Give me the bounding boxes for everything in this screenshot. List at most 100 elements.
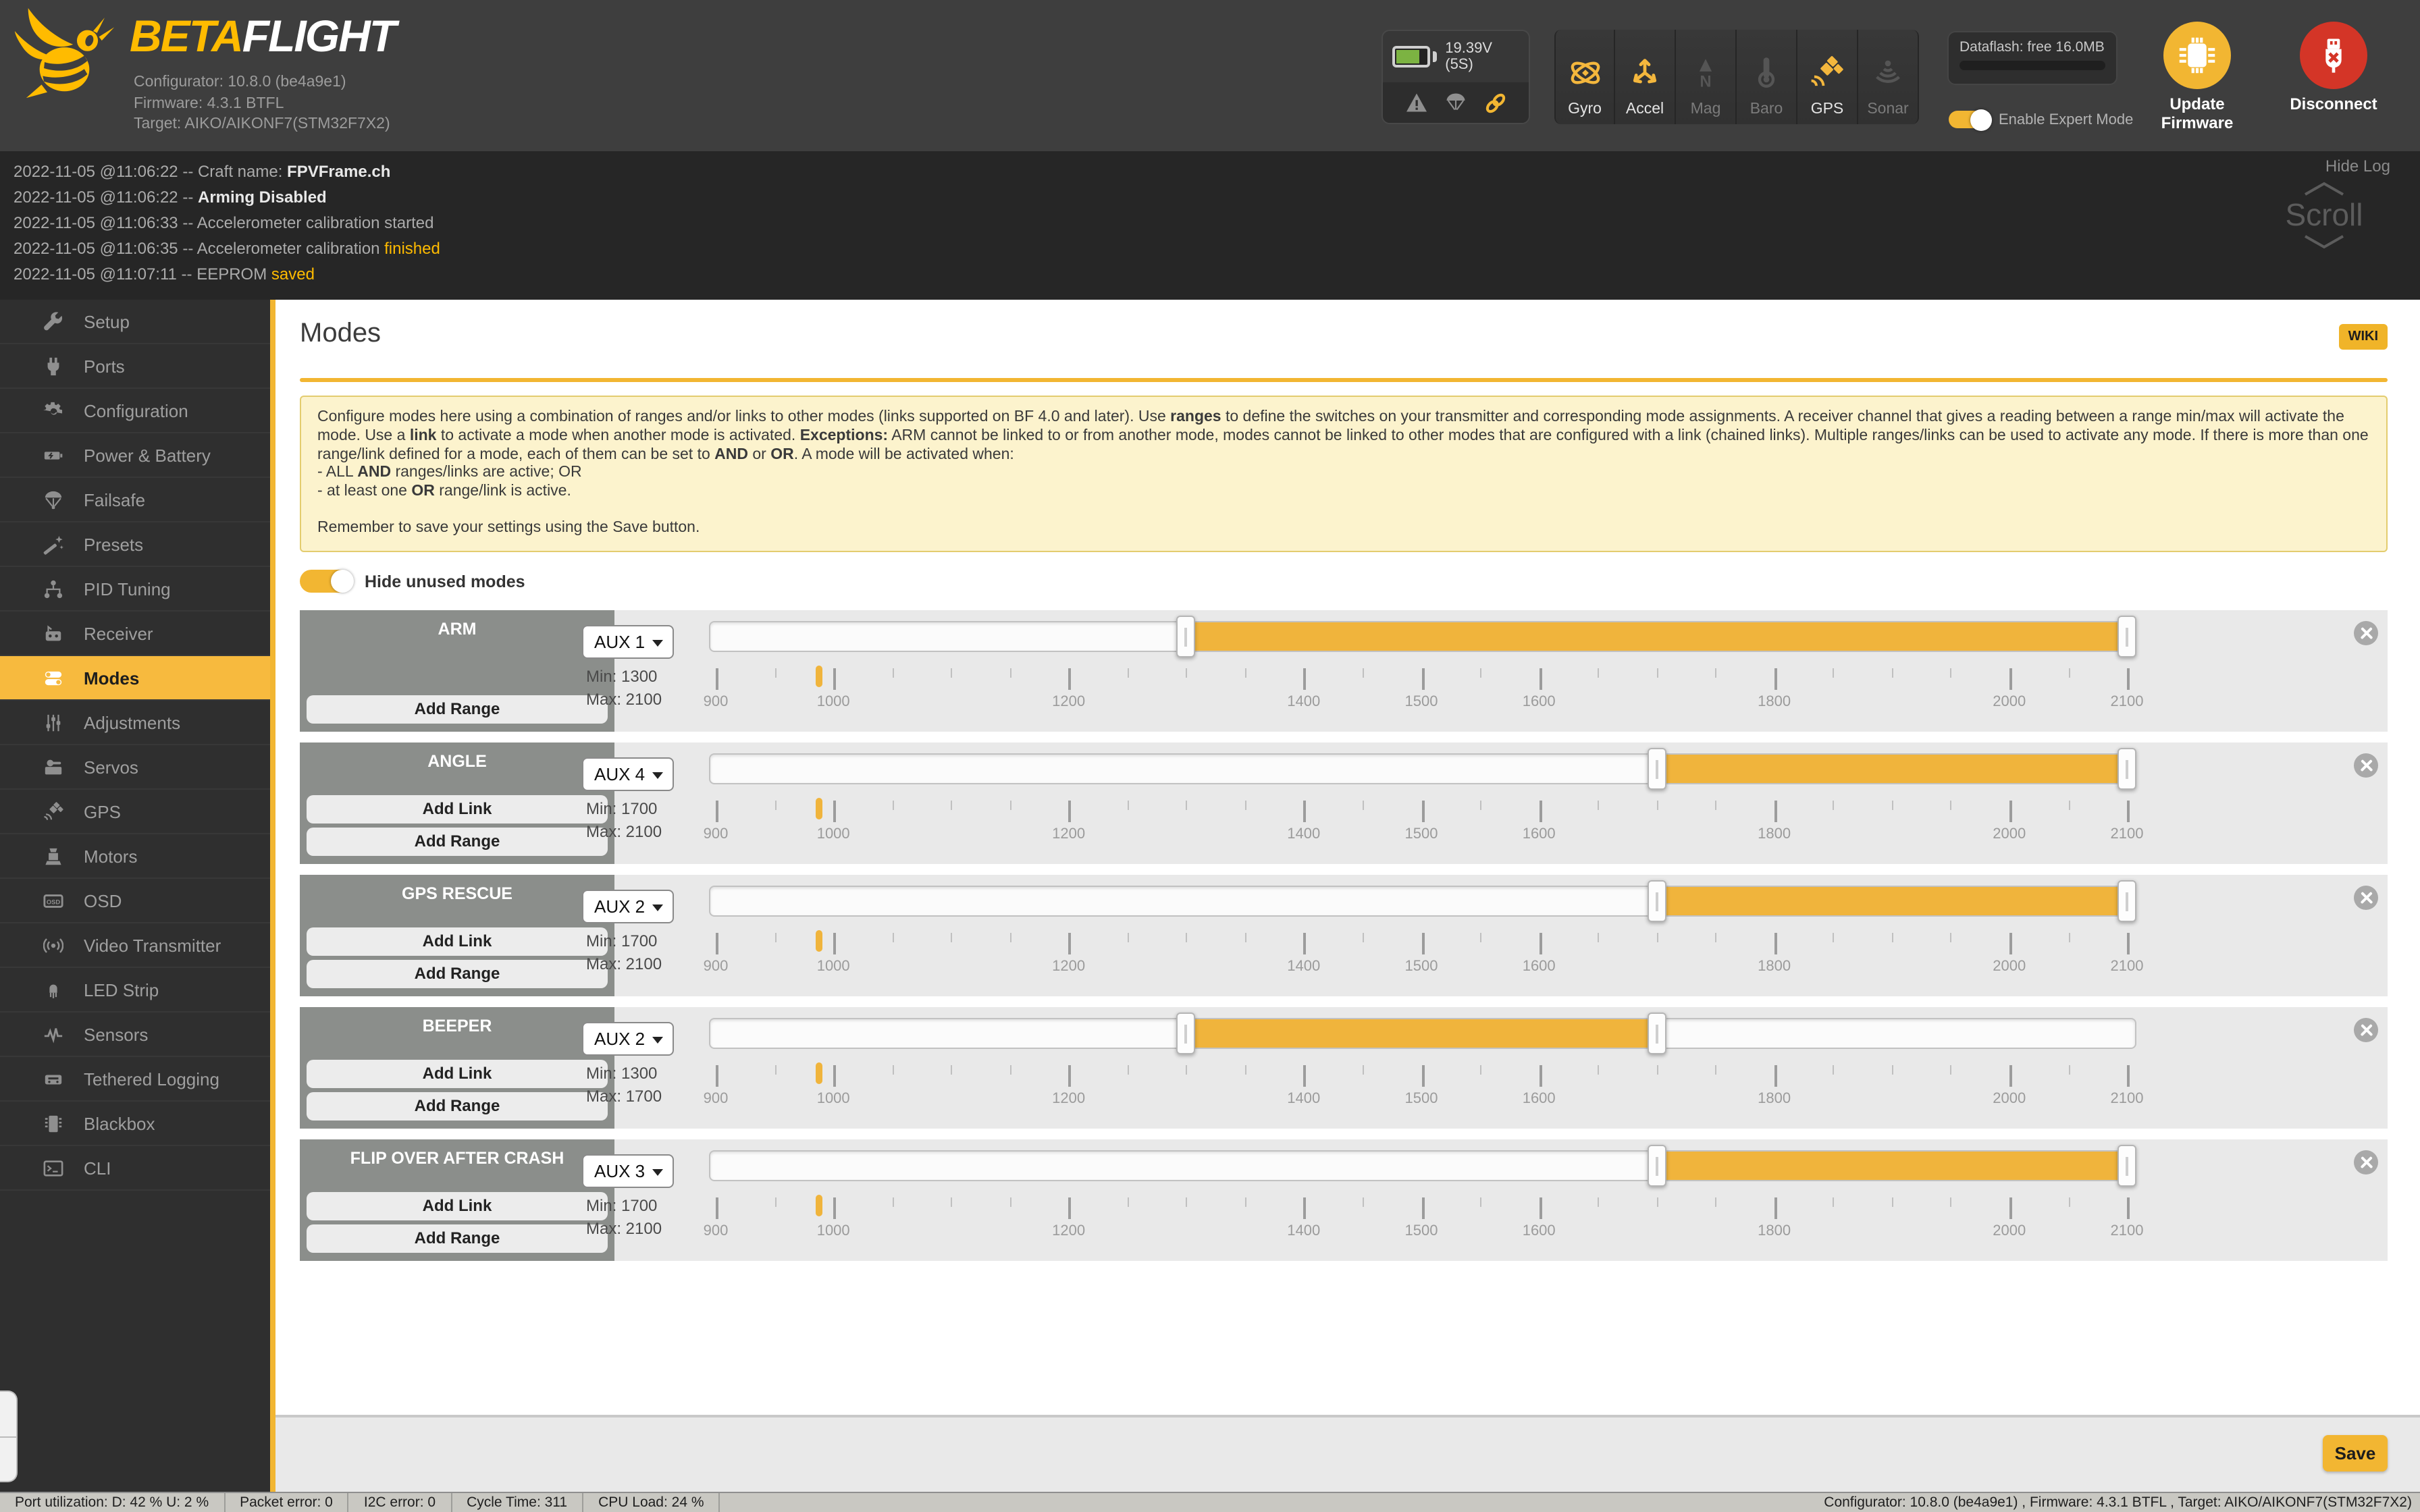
sidebar-item-osd[interactable]: OSD OSD bbox=[0, 879, 270, 923]
ruler-tick bbox=[1950, 668, 1952, 678]
mode-row-beeper: BEEPER Add Link Add Range AUX 2 Min: 1300 Max… bbox=[300, 1007, 2388, 1129]
sidebar-item-gps[interactable]: GPS bbox=[0, 790, 270, 834]
disconnect-button[interactable]: Disconnect bbox=[2266, 22, 2401, 113]
sensor-tile-gps: GPS bbox=[1797, 30, 1858, 124]
delete-range-button[interactable] bbox=[2354, 1018, 2378, 1042]
add-link-button[interactable]: Add Link bbox=[307, 795, 608, 824]
sidebar-item-tethered-logging[interactable]: Tethered Logging bbox=[0, 1057, 270, 1102]
sidebar-item-power-battery[interactable]: Power & Battery bbox=[0, 433, 270, 478]
range-min-handle[interactable] bbox=[1647, 1145, 1666, 1187]
ruler-tick bbox=[1774, 1065, 1777, 1087]
add-range-button[interactable]: Add Range bbox=[307, 1224, 608, 1253]
add-link-button[interactable]: Add Link bbox=[307, 927, 608, 956]
sidebar-item-setup[interactable]: Setup bbox=[0, 300, 270, 344]
ruler-tick bbox=[2127, 933, 2130, 954]
ruler-label: 900 bbox=[703, 826, 729, 842]
ruler-label: 1000 bbox=[816, 694, 850, 710]
ruler-label: 900 bbox=[703, 1223, 729, 1239]
sidebar-item-presets[interactable]: Presets bbox=[0, 522, 270, 567]
sidebar-item-pid-tuning[interactable]: PID Tuning bbox=[0, 567, 270, 612]
sidebar-item-cli[interactable]: CLI bbox=[0, 1146, 270, 1191]
ruler-tick bbox=[1715, 933, 1717, 942]
sensor-tile-sonar: Sonar bbox=[1858, 30, 1919, 124]
range-max-handle[interactable] bbox=[2118, 880, 2136, 922]
add-link-button[interactable]: Add Link bbox=[307, 1192, 608, 1220]
range-min-handle[interactable] bbox=[1176, 616, 1196, 657]
sidebar-item-modes[interactable]: Modes bbox=[0, 656, 270, 701]
sidebar-item-blackbox[interactable]: Blackbox bbox=[0, 1102, 270, 1146]
range-max-handle[interactable] bbox=[2118, 616, 2136, 657]
ruler-tick bbox=[892, 933, 894, 942]
sensor-tile-gyro: Gyro bbox=[1554, 30, 1615, 124]
ruler-label: 1800 bbox=[1758, 694, 1791, 710]
delete-range-button[interactable] bbox=[2354, 753, 2378, 778]
ruler-tick bbox=[1009, 1197, 1011, 1207]
ruler-label: 1400 bbox=[1287, 694, 1321, 710]
expert-mode-label: Enable Expert Mode bbox=[1999, 111, 2134, 128]
aux-channel-select[interactable]: AUX 2 bbox=[582, 890, 674, 923]
range-max-handle[interactable] bbox=[2118, 748, 2136, 790]
ruler-label: 1600 bbox=[1522, 1091, 1556, 1107]
add-range-button[interactable]: Add Range bbox=[307, 1092, 608, 1120]
aux-channel-select[interactable]: AUX 4 bbox=[582, 757, 674, 791]
gps-icon bbox=[1811, 56, 1843, 86]
mode-row-angle: ANGLE Add Link Add Range AUX 4 Min: 1700 Max:… bbox=[300, 742, 2388, 864]
sidebar-item-adjustments[interactable]: Adjustments bbox=[0, 701, 270, 745]
range-max-handle[interactable] bbox=[2118, 1145, 2136, 1187]
add-range-button[interactable]: Add Range bbox=[307, 960, 608, 988]
update-firmware-button[interactable]: Update Firmware bbox=[2127, 22, 2267, 132]
ruler-label: 1800 bbox=[1758, 826, 1791, 842]
side-drawer-peek bbox=[0, 1390, 18, 1482]
add-range-button[interactable]: Add Range bbox=[307, 695, 608, 724]
chevron-up-icon[interactable] bbox=[2301, 181, 2347, 197]
mode-name: GPS RESCUE bbox=[402, 884, 512, 903]
ruler-tick bbox=[1950, 1065, 1952, 1075]
sidebar-item-led-strip[interactable]: LED Strip bbox=[0, 968, 270, 1013]
sidebar-item-receiver[interactable]: Receiver bbox=[0, 612, 270, 656]
ruler-label: 1200 bbox=[1052, 959, 1086, 975]
delete-range-button[interactable] bbox=[2354, 621, 2378, 645]
ruler-tick bbox=[1068, 1065, 1072, 1087]
add-range-button[interactable]: Add Range bbox=[307, 828, 608, 856]
ruler-tick bbox=[1068, 1197, 1072, 1219]
ruler-tick bbox=[1539, 668, 1542, 690]
log-scroll-control[interactable]: Scroll bbox=[2266, 181, 2382, 250]
add-link-button[interactable]: Add Link bbox=[307, 1060, 608, 1088]
content-accent-border bbox=[270, 300, 275, 1492]
ruler-tick bbox=[2009, 668, 2012, 690]
sidebar-item-sensors[interactable]: Sensors bbox=[0, 1013, 270, 1057]
aux-channel-select[interactable]: AUX 3 bbox=[582, 1154, 674, 1188]
ruler-label: 1500 bbox=[1404, 826, 1438, 842]
ruler-tick bbox=[892, 1065, 894, 1075]
aux-channel-select[interactable]: AUX 1 bbox=[582, 625, 674, 659]
ruler-tick bbox=[1598, 668, 1600, 678]
wiki-button[interactable]: WIKI bbox=[2338, 324, 2388, 350]
sidebar-item-configuration[interactable]: Configuration bbox=[0, 389, 270, 433]
sidebar-item-servos[interactable]: Servos bbox=[0, 745, 270, 790]
delete-range-button[interactable] bbox=[2354, 886, 2378, 910]
ruler-tick bbox=[1774, 933, 1777, 954]
hide-unused-modes-toggle[interactable] bbox=[300, 570, 354, 593]
ruler-tick bbox=[1480, 1065, 1481, 1075]
ruler-tick bbox=[1539, 801, 1542, 822]
range-min-handle[interactable] bbox=[1647, 748, 1666, 790]
save-button[interactable]: Save bbox=[2323, 1435, 2388, 1472]
sidebar-item-ports[interactable]: Ports bbox=[0, 344, 270, 389]
sidebar-item-video-transmitter[interactable]: Video Transmitter bbox=[0, 923, 270, 968]
sidebar-item-motors[interactable]: Motors bbox=[0, 834, 270, 879]
delete-range-button[interactable] bbox=[2354, 1150, 2378, 1174]
chevron-down-icon[interactable] bbox=[2301, 234, 2347, 250]
sidebar-item-failsafe[interactable]: Failsafe bbox=[0, 478, 270, 522]
ruler-label: 2100 bbox=[2110, 1223, 2144, 1239]
ruler-label: 2100 bbox=[2110, 1091, 2144, 1107]
ruler-tick bbox=[951, 1065, 953, 1075]
parachute-icon bbox=[44, 490, 61, 509]
range-min-handle[interactable] bbox=[1647, 880, 1666, 922]
hide-log-link[interactable]: Hide Log bbox=[2325, 157, 2390, 176]
expert-mode-toggle[interactable] bbox=[1949, 109, 1992, 130]
range-min-handle[interactable] bbox=[1176, 1013, 1196, 1054]
range-max-handle[interactable] bbox=[1647, 1013, 1666, 1054]
ruler-tick bbox=[1421, 933, 1424, 954]
aux-channel-select[interactable]: AUX 2 bbox=[582, 1022, 674, 1056]
ruler-tick bbox=[1303, 933, 1307, 954]
